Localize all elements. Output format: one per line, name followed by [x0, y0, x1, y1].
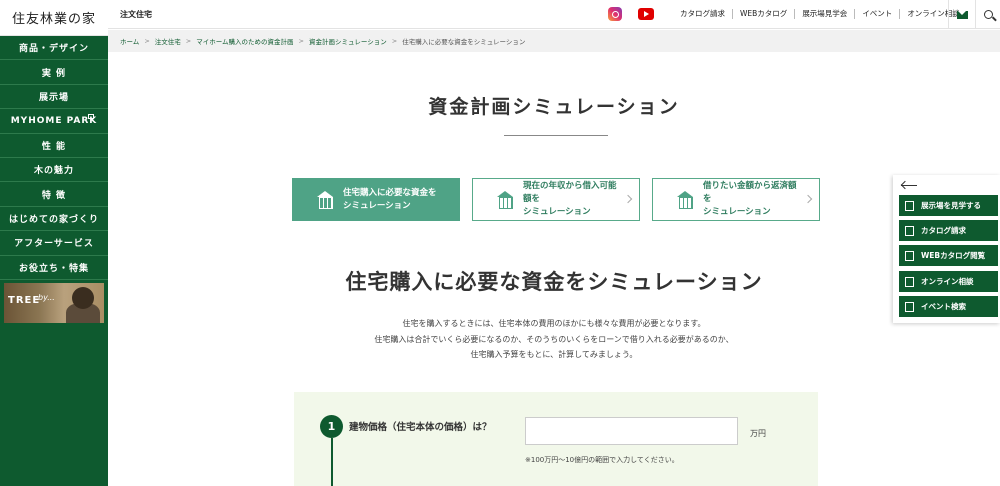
visit-showroom-button[interactable]: 展示場を見学する	[899, 195, 998, 216]
breadcrumb-separator: >	[391, 37, 398, 45]
sidebar-item-myhome-park[interactable]: MYHOME PARK	[0, 109, 108, 134]
panel-button-label: カタログ請求	[921, 226, 966, 235]
tab-borrowable-amount[interactable]: 現在の年収から借入可能額を シミュレーション	[472, 178, 640, 221]
instagram-icon[interactable]	[608, 7, 622, 21]
sidebar-item-label: 展示場	[38, 92, 69, 103]
web-catalog-button[interactable]: WEBカタログ閲覧	[899, 245, 998, 266]
monitor-icon	[905, 250, 914, 261]
flag-icon	[905, 301, 914, 312]
breadcrumb-funding-plan[interactable]: マイホーム購入のための資金計画	[196, 36, 293, 46]
tab-label-line1: 借りたい金額から返済額を	[703, 181, 797, 204]
online-consultation-button[interactable]: オンライン相談	[899, 271, 998, 292]
tree-banner[interactable]: TREE by...	[4, 282, 104, 323]
breadcrumb-custom-home[interactable]: 注文住宅	[155, 36, 181, 46]
step-number: 1	[320, 415, 343, 438]
catalog-request-button[interactable]: カタログ請求	[899, 220, 998, 241]
house-icon	[317, 191, 333, 209]
banner-script: by...	[38, 292, 55, 302]
breadcrumb-current: 住宅購入に必要な資金をシミュレーション	[402, 38, 526, 46]
sidebar-item-label: アフターサービス	[14, 239, 94, 250]
sidebar-item-showroom[interactable]: 展示場	[0, 85, 108, 110]
mail-icon	[956, 10, 968, 19]
brand-logo[interactable]: 住友林業の家	[0, 0, 108, 36]
banner-photo-face	[72, 286, 94, 309]
tab-label: 住宅購入に必要な資金を シミュレーション	[343, 187, 443, 213]
sidebar-item-label: 性 能	[41, 141, 67, 152]
sidebar-item-label: はじめての家づくり	[8, 214, 99, 225]
banner-title: TREE	[8, 294, 41, 306]
sidebar-item-products[interactable]: 商品・デザイン	[0, 36, 108, 61]
breadcrumb-separator: >	[298, 37, 304, 45]
sidebar-item-first-home[interactable]: はじめての家づくり	[0, 207, 108, 232]
sidebar-item-label: 木の魅力	[33, 166, 74, 177]
intro-line-3: 住宅購入予算をもとに、計算してみましょう。	[470, 350, 638, 359]
breadcrumb-separator: >	[144, 37, 150, 45]
tab-label-line2: シミュレーション	[703, 207, 771, 217]
breadcrumb-separator: >	[185, 37, 192, 45]
panel-button-label: オンライン相談	[921, 277, 974, 286]
sidebar-item-label: 商品・デザイン	[18, 44, 89, 55]
intro-line-1: 住宅を購入するときには、住宅本体の費用のほかにも様々な費用が必要となります。	[402, 319, 706, 328]
header-link-catalog[interactable]: カタログ請求	[673, 9, 732, 19]
people-icon	[905, 276, 914, 287]
document-icon	[905, 225, 914, 236]
sidebar-item-label: 特 徴	[41, 190, 67, 201]
building-price-label: 建物価格（住宅本体の価格）は？	[349, 422, 492, 433]
panel-button-label: 展示場を見学する	[921, 201, 981, 210]
breadcrumb-simulation[interactable]: 資金計画シミュレーション	[309, 36, 387, 46]
sidebar-item-examples[interactable]: 実 例	[0, 60, 108, 85]
search-icon	[983, 10, 993, 19]
chevron-right-icon	[803, 194, 813, 204]
sidebar-item-label: お役立ち・特集	[18, 263, 89, 274]
sidebar-item-label: MYHOME PARK	[10, 115, 98, 126]
house-icon	[905, 200, 914, 211]
input-note: ※100万円〜10億円の範囲で入力してください。	[525, 456, 679, 464]
sidebar-item-features[interactable]: 特 徴	[0, 182, 108, 207]
brand-name[interactable]: 住友林業の家	[12, 8, 96, 27]
house-icon	[677, 191, 693, 209]
sidebar-item-performance[interactable]: 性 能	[0, 134, 108, 158]
sidebar-item-wood[interactable]: 木の魅力	[0, 158, 108, 183]
unit-label: 万円	[750, 429, 766, 438]
sidebar: 住友林業の家 商品・デザイン 実 例 展示場 MYHOME PARK 性 能 木…	[0, 0, 108, 486]
event-search-button[interactable]: イベント検索	[899, 296, 998, 317]
chevron-right-icon	[623, 194, 633, 204]
title-divider	[504, 135, 608, 136]
mail-button[interactable]	[948, 0, 975, 29]
header-link-event[interactable]: イベント	[854, 9, 899, 19]
header-link-web-catalog[interactable]: WEBカタログ	[732, 9, 794, 19]
section-heading: 住宅購入に必要な資金をシミュレーション	[345, 270, 763, 294]
intro-text: 住宅を購入するときには、住宅本体の費用のほかにも様々な費用が必要となります。 住…	[108, 316, 1000, 363]
sidebar-item-useful-info[interactable]: お役立ち・特集	[0, 256, 108, 280]
sidebar-item-label: 実 例	[41, 68, 67, 79]
youtube-icon[interactable]	[638, 8, 654, 20]
floating-action-panel: 展示場を見学する カタログ請求 WEBカタログ閲覧 オンライン相談 イベント検索	[893, 175, 1000, 323]
tab-label-line2: シミュレーション	[343, 200, 411, 211]
tab-label-line1: 現在の年収から借入可能額を	[523, 181, 617, 204]
tab-repayment-amount[interactable]: 借りたい金額から返済額を シミュレーション	[652, 178, 820, 221]
section-title[interactable]: 注文住宅	[120, 9, 152, 20]
tab-label-line2: シミュレーション	[523, 207, 591, 217]
tab-label: 借りたい金額から返済額を シミュレーション	[703, 180, 803, 219]
tab-label: 現在の年収から借入可能額を シミュレーション	[523, 180, 623, 219]
tab-required-funds[interactable]: 住宅購入に必要な資金を シミュレーション	[292, 178, 460, 221]
simulation-form: 1 建物価格（住宅本体の価格）は？ 万円 ※100万円〜10億円の範囲で入力して…	[294, 392, 818, 486]
top-header: 注文住宅 カタログ請求 WEBカタログ 展示場見学会 イベント オンライン相談	[108, 0, 1000, 29]
building-price-input[interactable]	[525, 417, 738, 445]
step-connector	[331, 438, 333, 486]
tab-label-line1: 住宅購入に必要な資金を	[343, 187, 437, 198]
header-links: カタログ請求 WEBカタログ 展示場見学会 イベント オンライン相談	[673, 9, 967, 19]
panel-button-label: WEBカタログ閲覧	[921, 251, 986, 260]
search-button[interactable]	[975, 0, 1000, 29]
sidebar-item-after-service[interactable]: アフターサービス	[0, 231, 108, 256]
intro-line-2: 住宅購入は合計でいくら必要になるのか、そのうちのいくらをローンで借り入れる必要が…	[374, 334, 734, 344]
page-title: 資金計画シミュレーション	[428, 96, 680, 118]
breadcrumb-home[interactable]: ホーム	[120, 36, 139, 46]
house-icon	[497, 191, 513, 209]
external-link-icon	[88, 114, 94, 120]
collapse-arrow-icon[interactable]	[901, 181, 919, 191]
header-link-showroom-tour[interactable]: 展示場見学会	[794, 9, 854, 19]
breadcrumb: ホーム > 注文住宅 > マイホーム購入のための資金計画 > 資金計画シミュレー…	[108, 30, 1000, 52]
panel-button-label: イベント検索	[921, 302, 966, 311]
